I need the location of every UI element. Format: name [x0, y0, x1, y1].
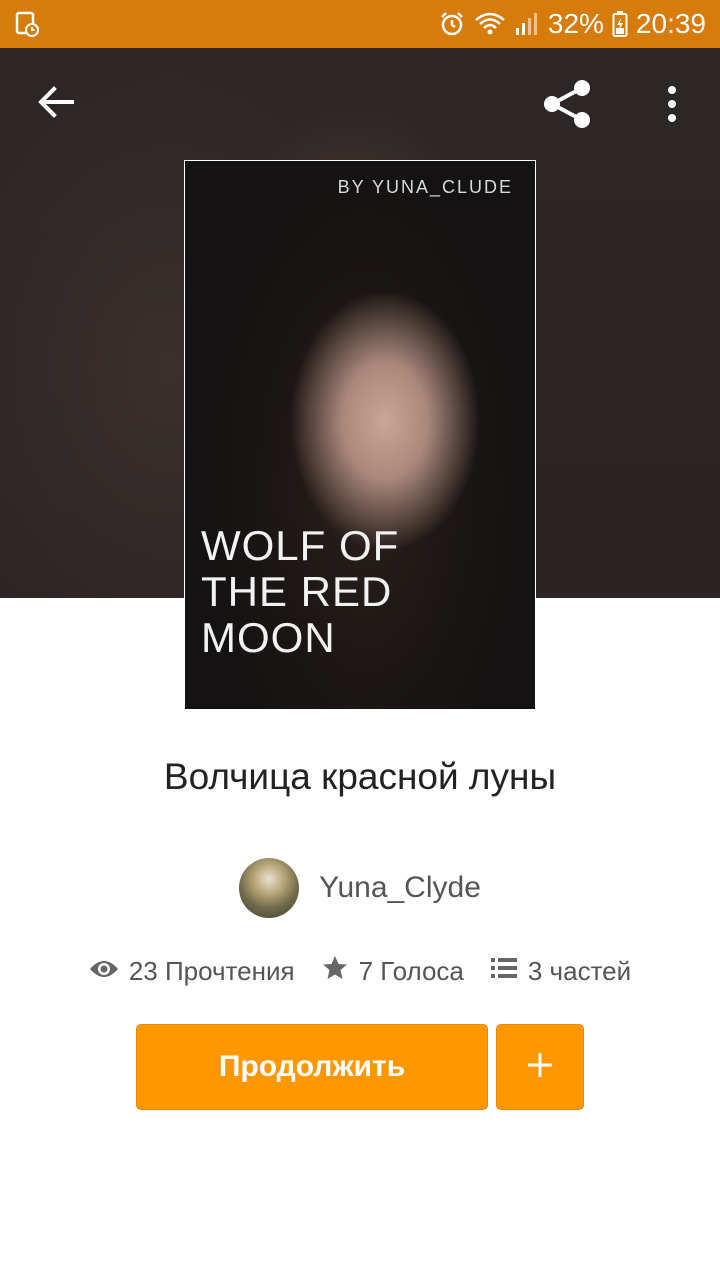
- clock-time: 20:39: [635, 8, 706, 39]
- author-row[interactable]: Yuna_Clyde: [0, 858, 720, 918]
- reads-stat: 23 Прочтения: [89, 956, 295, 987]
- eye-icon: [89, 956, 119, 987]
- list-icon: [490, 956, 518, 987]
- continue-label: Продолжить: [218, 1050, 406, 1083]
- alarm-icon: [438, 10, 466, 38]
- add-to-library-button[interactable]: [496, 1024, 584, 1110]
- battery-percent: 32%: [547, 8, 604, 39]
- parts-count: 3 частей: [527, 956, 632, 986]
- book-cover[interactable]: BY YUNA_CLUDE WOLF OF THE RED MOON: [184, 160, 536, 710]
- reads-count: 23 Прочтения: [128, 956, 295, 986]
- back-arrow-icon[interactable]: [36, 82, 76, 122]
- plus-icon: [526, 1051, 554, 1084]
- share-icon[interactable]: [542, 78, 594, 130]
- cover-byline: BY YUNA_CLUDE: [337, 177, 513, 197]
- story-stats: 23 Прочтения 7 Голоса 3 частей: [0, 954, 720, 989]
- more-vert-icon[interactable]: [660, 84, 684, 124]
- screen-recorder-icon: [14, 11, 40, 37]
- cover-title: WOLF OF THE RED MOON: [201, 522, 400, 661]
- avatar[interactable]: [239, 858, 300, 918]
- parts-stat: 3 частей: [490, 956, 631, 987]
- continue-button[interactable]: Продолжить: [136, 1024, 488, 1110]
- wifi-icon: [474, 11, 506, 37]
- story-title: Волчица красной луны: [163, 756, 557, 797]
- battery-icon: [612, 10, 628, 38]
- votes-stat: 7 Голоса: [321, 954, 464, 989]
- votes-count: 7 Голоса: [358, 956, 464, 986]
- status-bar: 32% 20:39: [0, 0, 720, 48]
- star-icon: [321, 954, 349, 989]
- author-name[interactable]: Yuna_Clyde: [319, 871, 481, 905]
- signal-icon: [514, 11, 540, 37]
